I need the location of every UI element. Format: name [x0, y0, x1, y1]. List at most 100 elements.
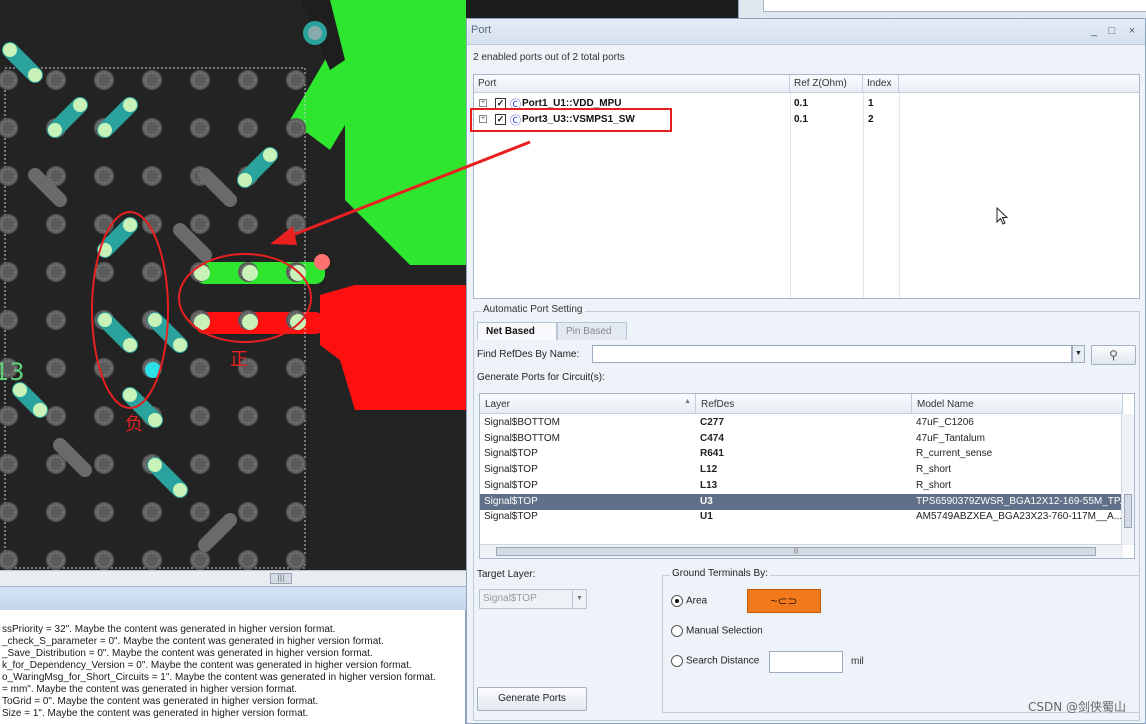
port-titlebar[interactable]: Port _ □ × [467, 19, 1145, 45]
cell-model: 47uF_Tantalum [916, 432, 985, 444]
cell-refdes: C474 [700, 432, 724, 444]
radio-manual-selection[interactable]: Manual Selection [671, 625, 763, 637]
gray-trace [198, 513, 237, 552]
pad [314, 254, 330, 270]
ground-terminals-label: Ground Terminals By: [670, 568, 770, 579]
via-pad [33, 403, 47, 417]
automatic-port-setting-label: Automatic Port Setting [481, 304, 585, 315]
table-row[interactable]: Signal$TOP L13 R_short [480, 478, 1123, 494]
minimize-button[interactable]: _ [1087, 25, 1101, 37]
scroll-thumb[interactable]: ||| [496, 547, 1096, 556]
col-header-model-name[interactable]: Model Name [912, 394, 1123, 414]
via-pad [238, 173, 252, 187]
cell-refdes: U1 [700, 511, 713, 523]
port-ref-z[interactable]: 0.1 [794, 114, 808, 125]
radio-label: Search Distance [686, 655, 760, 667]
table-row[interactable]: Signal$TOP U1 AM5749ABZXEA_BGA23X23-760-11… [480, 509, 1123, 525]
via-pad [263, 148, 277, 162]
via-pad [3, 43, 17, 57]
designator-label: 13 [0, 358, 25, 386]
log-line: o_WaringMsg_for_Short_Circuits = 1". May… [2, 672, 436, 683]
port-index[interactable]: 2 [868, 114, 874, 125]
cell-model: 47uF_C1206 [916, 417, 974, 428]
tab-pin-based[interactable]: Pin Based [557, 322, 627, 340]
negative-pad [242, 314, 258, 330]
gray-trace [198, 168, 237, 207]
search-button[interactable]: ⚲ [1091, 345, 1136, 365]
close-button[interactable]: × [1125, 25, 1139, 37]
radio-search-distance[interactable]: Search Distance [671, 655, 759, 667]
find-refdes-input[interactable] [592, 345, 1072, 363]
circuit-table-horizontal-scrollbar[interactable]: ||| [480, 544, 1123, 558]
screen: 负 正 13 ||| ssPriority = 32". Maybe the con… [0, 0, 1146, 724]
via-pad [73, 98, 87, 112]
pcb-horizontal-scrollbar[interactable]: ||| [0, 570, 466, 586]
generate-ports-label: Generate Ports for Circuit(s): [477, 372, 605, 383]
via-pad [148, 413, 162, 427]
top-right-strip [738, 0, 1146, 18]
pcb-scroll-thumb[interactable]: ||| [270, 573, 292, 584]
radio-label: Area [686, 595, 708, 607]
cell-layer: Signal$TOP [484, 495, 538, 507]
cell-layer: Signal$TOP [484, 479, 538, 491]
ground-terminals-group [662, 575, 1140, 713]
chevron-down-icon[interactable]: ▼ [572, 590, 586, 608]
log-panel: ssPriority = 32". Maybe the content was … [0, 610, 466, 724]
sort-icon: ▲ [684, 398, 691, 405]
pcb-canvas[interactable]: 负 正 13 [0, 0, 466, 570]
search-distance-input[interactable] [769, 651, 843, 673]
cell-model: R_short [916, 479, 952, 491]
radio-area[interactable]: Area [671, 595, 707, 607]
via-pad [28, 68, 42, 82]
radio-button[interactable] [671, 595, 683, 607]
radio-button[interactable] [671, 625, 683, 637]
via-pad [48, 123, 62, 137]
col-header-ref-z[interactable]: Ref Z(Ohm) [790, 75, 863, 93]
via-pad [123, 338, 137, 352]
cell-layer: Signal$TOP [484, 464, 538, 476]
circuit-table: Layer ▲ RefDes Model Name Signal$BOTTOM C2… [479, 393, 1135, 559]
radio-label: Manual Selection [686, 625, 763, 637]
col-header-blank [899, 75, 1139, 93]
col-header-index[interactable]: Index [863, 75, 899, 93]
highlight-annotation-box [470, 108, 672, 132]
col-header-port[interactable]: Port [474, 75, 790, 93]
target-layer-select[interactable]: Signal$TOP ▼ [479, 589, 587, 609]
cell-model: R_current_sense [916, 448, 993, 460]
log-panel-header [0, 586, 466, 610]
col-header-layer[interactable]: Layer ▲ [480, 394, 696, 414]
cell-model: TPS6590379ZWSR_BGA12X12-169-55M_TP... [916, 495, 1121, 507]
table-row[interactable]: Signal$TOP R641 R_current_sense [480, 446, 1123, 462]
log-line: Size = 1". Maybe the content was generat… [2, 708, 309, 719]
radio-button[interactable] [671, 655, 683, 667]
maximize-button[interactable]: □ [1105, 25, 1119, 37]
cell-model: R_short [916, 464, 952, 476]
cell-refdes: C277 [700, 417, 724, 428]
cell-refdes: L12 [700, 464, 718, 476]
chevron-down-icon[interactable]: ▼ [1072, 345, 1085, 363]
cell-layer: Signal$BOTTOM [484, 417, 560, 428]
area-select-button[interactable]: ~⊂⊃ [747, 589, 821, 613]
table-row[interactable]: Signal$BOTTOM C474 47uF_Tantalum [480, 431, 1123, 447]
red-copper-pour [320, 285, 466, 410]
top-input-area [763, 0, 1146, 12]
via-pad [123, 98, 137, 112]
expand-icon[interactable]: + [479, 99, 487, 107]
circuit-table-vertical-scrollbar[interactable] [1121, 414, 1134, 545]
generate-ports-button[interactable]: Generate Ports [477, 687, 587, 711]
port-index[interactable]: 1 [868, 98, 874, 109]
col-header-refdes[interactable]: RefDes [696, 394, 912, 414]
table-row[interactable]: Signal$BOTTOM C277 47uF_C1206 [480, 415, 1123, 431]
negative-label: 负 [125, 414, 143, 435]
table-row[interactable]: Signal$TOP L12 R_short [480, 462, 1123, 478]
tab-net-based[interactable]: Net Based [477, 322, 557, 340]
port-ref-z[interactable]: 0.1 [794, 98, 808, 109]
pcb-layout[interactable]: 负 正 13 [0, 0, 466, 570]
table-row[interactable]: Signal$TOP U3 TPS6590379ZWSR_BGA12X12-169-… [480, 493, 1123, 510]
via-pad [148, 458, 162, 472]
mouse-cursor-icon [996, 207, 1009, 225]
target-layer-label: Target Layer: [477, 569, 536, 580]
log-line: = mm". Maybe the content was generated i… [2, 684, 298, 695]
log-line: _check_S_parameter = 0". Maybe the conte… [2, 636, 384, 647]
scroll-thumb[interactable] [1124, 494, 1132, 528]
